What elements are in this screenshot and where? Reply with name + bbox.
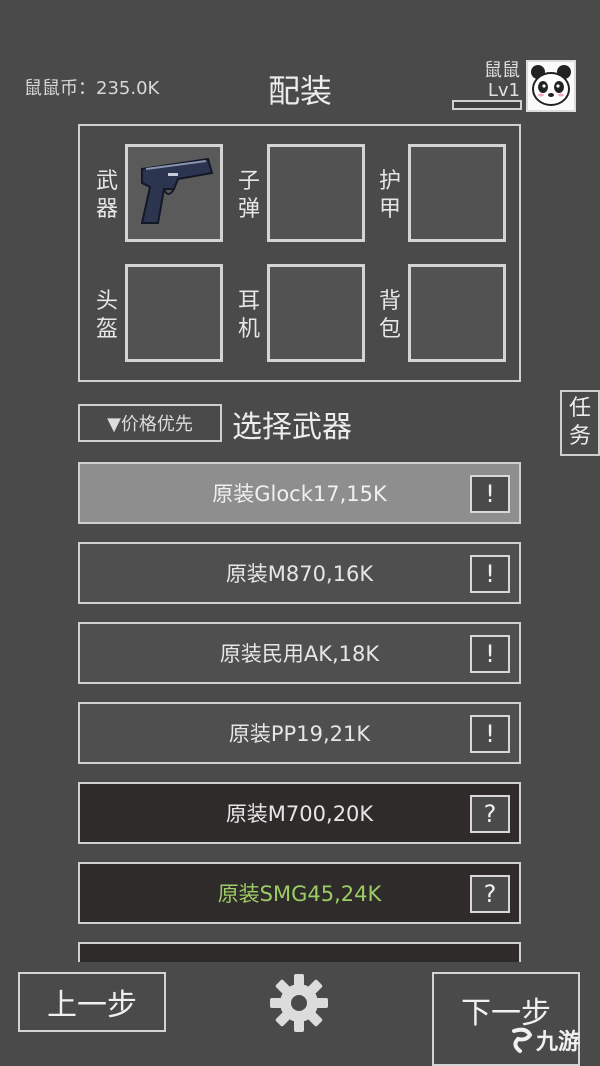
watermark: 九游	[506, 1020, 598, 1060]
weapon-label: 原装M870,16K	[225, 562, 374, 586]
player-level: Lv1	[487, 80, 520, 101]
slot-ammo[interactable]	[267, 144, 365, 242]
gear-icon	[270, 974, 328, 1032]
slot-label-armor: 护甲	[378, 169, 401, 222]
task-tab-label-top: 任	[568, 396, 591, 421]
weapon-row[interactable]: 原装Glock17,15K!	[78, 462, 521, 524]
jiuyou-logo-icon	[512, 1027, 533, 1053]
task-tab[interactable]: 任 务	[560, 390, 600, 456]
weapon-label: 原装SMG45,24K	[217, 882, 382, 906]
sort-dropdown[interactable]: ▼价格优先	[78, 404, 222, 442]
weapon-list[interactable]: 原装Glock17,15K! 原装M870,16K! 原装民用AK,18K! 原装PP…	[78, 462, 521, 962]
weapon-row[interactable]: 原装PP19,21K!	[78, 702, 521, 764]
info-button[interactable]: !	[470, 555, 510, 593]
unknown-button[interactable]: ?	[470, 875, 510, 913]
weapon-row[interactable]: 原装M700,20K?	[78, 782, 521, 844]
slot-label-backpack: 背包	[378, 289, 401, 342]
slot-armor[interactable]	[408, 144, 506, 242]
info-button[interactable]: !	[470, 475, 510, 513]
weapon-label: 原装民用AK,18K	[219, 642, 380, 666]
player-name: 鼠鼠	[484, 60, 520, 81]
weapon-row[interactable]: 原装SMG45,24K?	[78, 862, 521, 924]
equipment-panel: 武器 子弹 护甲 头盔 耳机 背包	[78, 124, 521, 382]
panda-avatar-icon	[531, 65, 571, 106]
xp-bar	[452, 100, 522, 110]
weapon-label: 原装Glock17,15K	[212, 482, 387, 506]
watermark-text: 九游	[536, 1030, 581, 1055]
weapon-row[interactable]: 原装M870,16K!	[78, 542, 521, 604]
section-title: 选择武器	[232, 410, 352, 445]
slot-weapon[interactable]	[125, 144, 223, 242]
unknown-button[interactable]: ?	[470, 795, 510, 833]
info-button[interactable]: !	[470, 715, 510, 753]
avatar[interactable]	[526, 60, 576, 112]
weapon-row-partial[interactable]	[78, 942, 521, 962]
pistol-icon	[140, 157, 214, 224]
slot-headset[interactable]	[267, 264, 365, 362]
weapon-label: 原装M700,20K	[225, 802, 374, 826]
settings-button[interactable]	[268, 972, 330, 1034]
slot-label-headset: 耳机	[237, 289, 260, 342]
prev-button[interactable]: 上一步	[18, 972, 166, 1032]
slot-label-ammo: 子弹	[237, 169, 260, 222]
slot-backpack[interactable]	[408, 264, 506, 362]
task-tab-label-bottom: 务	[568, 424, 591, 449]
weapon-row[interactable]: 原装民用AK,18K!	[78, 622, 521, 684]
slot-label-weapon: 武器	[95, 169, 118, 222]
weapon-label: 原装PP19,21K	[228, 722, 371, 746]
info-button[interactable]: !	[470, 635, 510, 673]
slot-helmet[interactable]	[125, 264, 223, 362]
slot-label-helmet: 头盔	[95, 289, 118, 342]
